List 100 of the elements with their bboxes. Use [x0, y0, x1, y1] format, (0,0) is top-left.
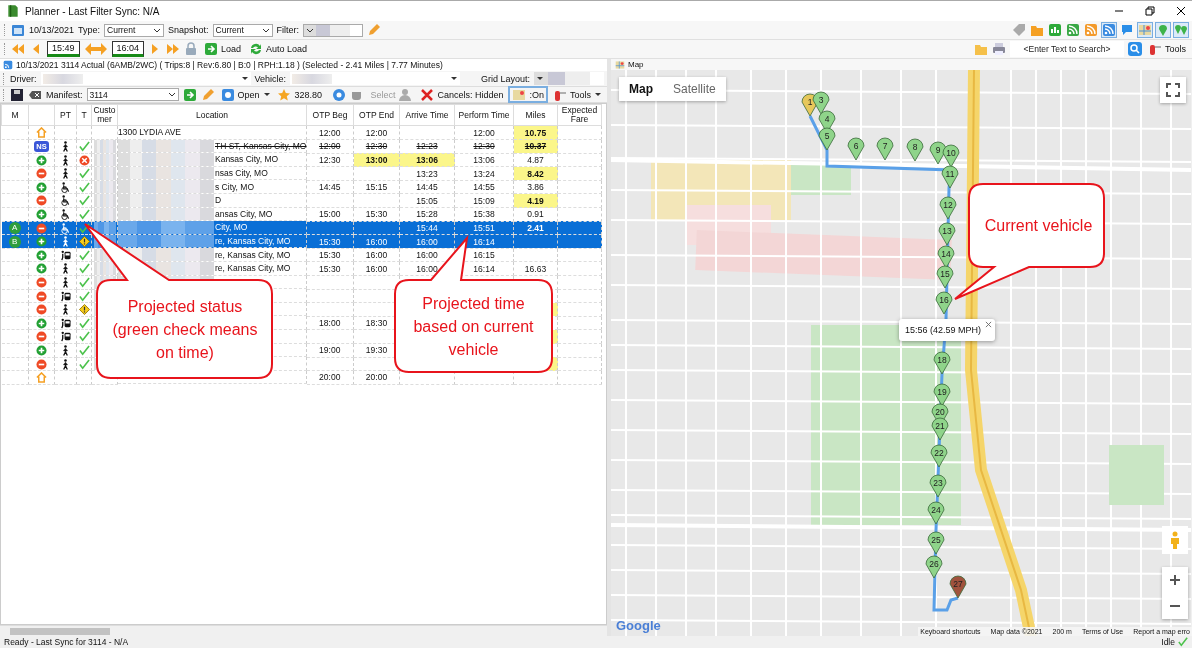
map-pin[interactable]: 5 [818, 127, 836, 151]
auto-load-button[interactable]: Auto Load [247, 41, 310, 57]
radio-icon[interactable] [332, 87, 347, 102]
snapshot-dropdown[interactable]: Current [212, 23, 273, 37]
lock-icon[interactable] [184, 42, 199, 56]
map-pin[interactable]: 23 [929, 474, 947, 498]
map-icon[interactable] [1138, 23, 1152, 37]
column-header[interactable]: Location [117, 104, 307, 126]
map-pin[interactable]: 15 [936, 265, 954, 289]
table-cell[interactable] [1, 180, 29, 194]
manifest-dropdown[interactable]: 3114 [86, 88, 179, 101]
column-header[interactable]: M [1, 104, 29, 126]
table-cell[interactable] [1, 125, 29, 140]
pin-icon[interactable] [1156, 23, 1170, 37]
walking-person-icon [60, 154, 71, 166]
first-arrow-icon[interactable] [11, 42, 25, 56]
feed-icon[interactable] [1084, 23, 1098, 37]
map-type-tab[interactable]: Map [619, 77, 663, 101]
map-pin[interactable]: 8 [906, 138, 924, 162]
column-header[interactable]: Arrive Time [399, 104, 455, 126]
table-cell[interactable] [1, 316, 29, 330]
map-pin[interactable]: 25 [927, 531, 945, 555]
folder-icon[interactable] [1030, 23, 1044, 37]
map-pin[interactable]: 24 [927, 501, 945, 525]
last-arrow-icon[interactable] [166, 42, 181, 56]
tools-button[interactable]: Tools [551, 87, 604, 102]
type-dropdown[interactable]: Current [104, 23, 165, 37]
caret-icon [153, 27, 162, 33]
map-pin[interactable]: 21 [931, 417, 949, 441]
filter-dropdown[interactable] [303, 23, 364, 37]
filter-label: Filter: [276, 25, 300, 35]
table-cell: 12:00 [306, 139, 354, 154]
map-pin[interactable]: 11 [941, 165, 959, 189]
tools-button[interactable]: Tools [1146, 41, 1188, 57]
enter-arrow-icon[interactable] [182, 87, 197, 102]
map-pin[interactable]: 12 [939, 196, 957, 220]
map-pin[interactable]: 16 [935, 291, 953, 315]
map-pin[interactable]: 26 [925, 555, 943, 579]
column-header[interactable]: Perform Time [454, 104, 514, 126]
zoom-in-button[interactable] [1162, 567, 1188, 593]
feed-icon[interactable] [1066, 23, 1080, 37]
table-cell[interactable] [1, 329, 29, 344]
table-cell[interactable] [1, 248, 29, 262]
horizontal-scrollbar[interactable] [0, 625, 607, 636]
column-header[interactable]: OTP End [353, 104, 400, 126]
end-time-field[interactable]: 16:04 [111, 41, 145, 57]
table-cell[interactable] [1, 166, 29, 181]
table-cell[interactable] [1, 302, 29, 317]
map-pin[interactable]: 10 [942, 144, 960, 168]
table-cell[interactable] [1, 193, 29, 208]
load-button[interactable]: Load [202, 41, 244, 57]
map-pin[interactable]: 7 [876, 137, 894, 161]
chat-icon[interactable] [1120, 23, 1134, 37]
map-pin[interactable]: 6 [847, 137, 865, 161]
search-field[interactable]: <Enter Text to Search> [1010, 41, 1124, 57]
tag-icon[interactable] [1012, 23, 1026, 37]
column-header[interactable]: Customer [91, 104, 118, 126]
table-cell[interactable] [1, 357, 29, 371]
restore-icon[interactable] [1145, 6, 1155, 16]
cancels-button[interactable]: Cancels: Hidden [418, 87, 506, 102]
pins-icon[interactable] [1174, 23, 1188, 37]
save-icon[interactable] [10, 87, 24, 102]
calendar-icon[interactable] [11, 23, 25, 37]
map-pin[interactable]: 13 [938, 222, 956, 246]
street-view-button[interactable] [1162, 526, 1188, 554]
map-pin[interactable]: 14 [937, 245, 955, 269]
map-pin[interactable]: 19 [933, 383, 951, 407]
caret-icon [262, 92, 271, 97]
chart-icon[interactable] [1048, 23, 1062, 37]
column-header[interactable]: Miles [513, 104, 558, 126]
table-cell[interactable] [1, 289, 29, 303]
column-header[interactable]: Expected Fare [557, 104, 602, 126]
zoom-out-button[interactable] [1162, 593, 1188, 619]
table-cell[interactable] [1, 153, 29, 167]
double-arrow-icon[interactable] [83, 42, 108, 56]
fullscreen-button[interactable] [1160, 77, 1186, 103]
table-cell: 16:00 [353, 248, 400, 262]
map-pin[interactable]: 3 [812, 91, 830, 115]
close-icon[interactable] [1176, 6, 1186, 16]
printer-icon[interactable] [992, 42, 1006, 56]
search-icon[interactable] [1128, 42, 1142, 56]
open-button[interactable]: Open [218, 87, 273, 102]
toggle-button[interactable]: :On [509, 87, 547, 102]
map-pin[interactable]: 22 [930, 444, 948, 468]
bus-icon [60, 249, 71, 261]
start-time-field[interactable]: 15:49 [47, 41, 80, 57]
folder-icon[interactable] [974, 42, 988, 56]
table-cell[interactable] [1, 261, 29, 276]
map-type-tab[interactable]: Satellite [663, 77, 726, 101]
column-header[interactable]: PT [54, 104, 77, 126]
feed-icon[interactable] [1102, 23, 1116, 37]
map-pin[interactable]: 18 [933, 351, 951, 375]
grid-layout-dropdown[interactable] [534, 72, 604, 85]
table-cell[interactable] [1, 275, 29, 290]
map-icon [512, 87, 527, 102]
table-cell[interactable] [1, 343, 29, 358]
column-header[interactable]: OTP Beg [306, 104, 354, 126]
table-cell[interactable] [1, 139, 29, 154]
pencil-icon[interactable] [367, 23, 382, 37]
table-cell[interactable] [1, 370, 29, 385]
